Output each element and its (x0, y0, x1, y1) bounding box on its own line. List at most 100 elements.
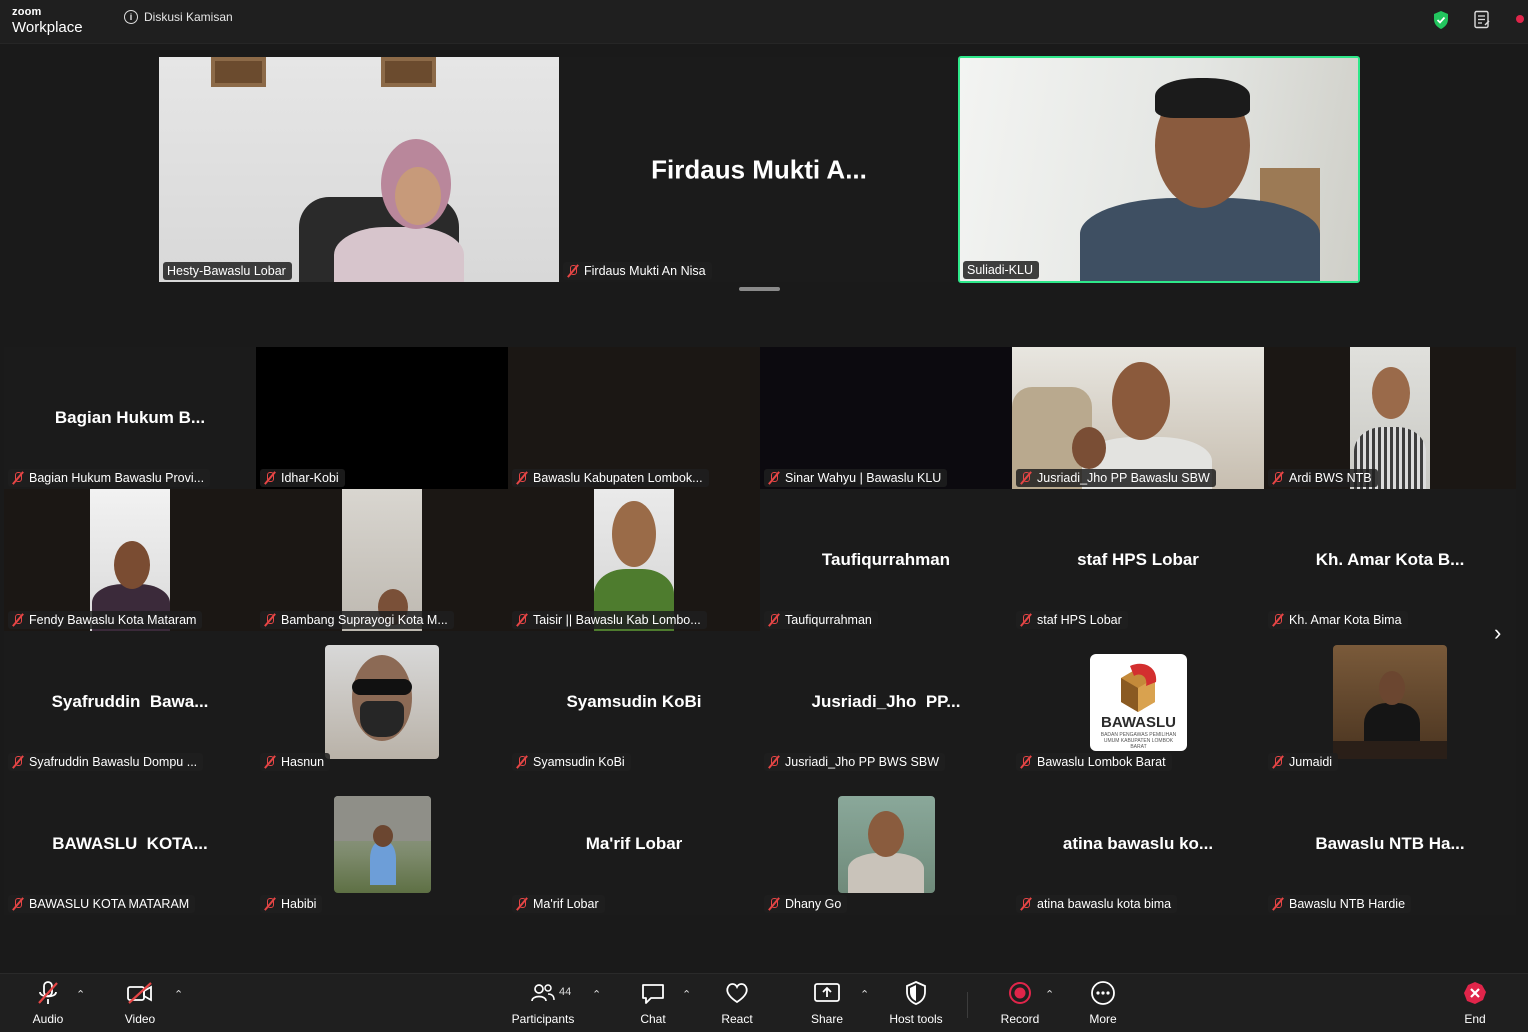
muted-mic-icon (516, 471, 528, 485)
video-tile[interactable]: Syafruddin Bawa... Syafruddin Bawaslu Do… (4, 631, 256, 773)
participant-name-label: Taisir || Bawaslu Kab Lombo... (512, 611, 707, 629)
brand-large: Workplace (12, 19, 83, 36)
video-tile-hesty[interactable]: Hesty-Bawaslu Lobar (159, 57, 559, 282)
participants-options-chevron-icon[interactable]: ⌃ (592, 988, 601, 1001)
next-page-chevron-icon[interactable]: › (1494, 620, 1501, 646)
video-tile[interactable]: Sinar Wahyu | Bawaslu KLU (760, 347, 1012, 489)
muted-mic-icon (768, 471, 780, 485)
muted-mic-icon (1020, 471, 1032, 485)
chat-options-chevron-icon[interactable]: ⌃ (682, 988, 691, 1001)
video-tile[interactable]: Bambang Suprayogi Kota M... (256, 489, 508, 631)
face (1072, 427, 1106, 469)
notes-icon[interactable] (1473, 10, 1491, 35)
muted-mic-icon (1020, 755, 1032, 769)
participant-display-name: Syamsudin KoBi (566, 692, 702, 711)
video-tile[interactable]: Syamsudin KoBi Syamsudin KoBi (508, 631, 760, 773)
share-options-chevron-icon[interactable]: ⌃ (860, 988, 869, 1001)
muted-mic-icon (516, 613, 528, 627)
person-body (370, 841, 396, 885)
participant-display-name: Bawaslu NTB Ha... (1315, 834, 1465, 853)
participant-name-label: Idhar-Kobi (260, 469, 345, 487)
participant-name-label: Jusriadi_Jho PP BWS SBW (764, 753, 945, 771)
toolbar-divider (967, 992, 968, 1018)
video-tile[interactable]: Taufiqurrahman Taufiqurrahman (760, 489, 1012, 631)
participant-name-label: Jusriadi_Jho PP Bawaslu SBW (1016, 469, 1216, 487)
muted-mic-icon (12, 897, 24, 911)
muted-mic-icon (1272, 755, 1284, 769)
more-button[interactable]: More (1084, 980, 1122, 1026)
participant-name-label: Ardi BWS NTB (1268, 469, 1378, 487)
info-icon[interactable]: i (124, 10, 138, 24)
hair (1155, 78, 1250, 118)
video-tile[interactable]: Ardi BWS NTB (1264, 347, 1516, 489)
video-tile-firdaus[interactable]: Firdaus Mukti A... Firdaus Mukti An Nisa (559, 57, 959, 282)
person-body (334, 227, 464, 282)
video-tile[interactable]: Hasnun (256, 631, 508, 773)
video-tile[interactable]: Bagian Hukum B... Bagian Hukum Bawaslu P… (4, 347, 256, 489)
video-tile[interactable]: Jumaidi (1264, 631, 1516, 773)
participant-name-label: BAWASLU KOTA MATARAM (8, 895, 196, 913)
gallery-scroll-indicator[interactable] (739, 287, 780, 291)
muted-mic-icon (1020, 613, 1032, 627)
video-tile[interactable]: Bawaslu NTB Ha... Bawaslu NTB Hardie (1264, 773, 1516, 915)
video-tile[interactable]: Idhar-Kobi (256, 347, 508, 489)
logo-wordmark: BAWASLU (1101, 714, 1176, 731)
audio-options-chevron-icon[interactable]: ⌃ (76, 988, 85, 1001)
participant-display-name: BAWASLU KOTA... (52, 834, 208, 853)
meeting-stage: Hesty-Bawaslu Lobar Firdaus Mukti A... F… (0, 44, 1528, 973)
share-button[interactable]: Share (806, 980, 848, 1026)
video-options-chevron-icon[interactable]: ⌃ (174, 988, 183, 1001)
participant-name-label: Hasnun (260, 753, 331, 771)
video-button[interactable]: Video (118, 980, 162, 1026)
video-tile[interactable]: Taisir || Bawaslu Kab Lombo... (508, 489, 760, 631)
security-shield-icon[interactable] (1433, 10, 1449, 35)
video-tile[interactable]: Dhany Go (760, 773, 1012, 915)
video-tile[interactable]: BAWASLU BADAN PENGAWAS PEMILIHAN UMUM KA… (1012, 631, 1264, 773)
video-tile[interactable]: Jusriadi_Jho PP Bawaslu SBW (1012, 347, 1264, 489)
video-tile[interactable]: staf HPS Lobar staf HPS Lobar (1012, 489, 1264, 631)
video-tile[interactable]: Fendy Bawaslu Kota Mataram (4, 489, 256, 631)
face (395, 167, 441, 225)
sunglasses (352, 679, 412, 695)
participant-name-label: Bagian Hukum Bawaslu Provi... (8, 469, 211, 487)
brand-small: zoom (12, 6, 42, 18)
record-button[interactable]: Record (998, 980, 1042, 1026)
record-icon (998, 980, 1042, 1006)
face (868, 811, 904, 857)
video-tile[interactable]: Habibi (256, 773, 508, 915)
participant-name-label: Kh. Amar Kota Bima (1268, 611, 1408, 629)
muted-mic-icon (516, 755, 528, 769)
muted-mic-icon (567, 264, 579, 278)
participant-display-name: Firdaus Mukti A... (651, 154, 867, 184)
muted-mic-icon (768, 897, 780, 911)
zoom-workplace-logo: zoom Workplace (12, 6, 83, 36)
meeting-info[interactable]: i Diskusi Kamisan (124, 10, 233, 24)
video-tile[interactable]: Bawaslu Kabupaten Lombok... (508, 347, 760, 489)
muted-mic-icon (1272, 897, 1284, 911)
video-tile[interactable]: BAWASLU KOTA... BAWASLU KOTA MATARAM (4, 773, 256, 915)
end-meeting-button[interactable]: End (1458, 980, 1492, 1026)
muted-mic-icon (1272, 613, 1284, 627)
wall-frame (381, 57, 436, 87)
react-button[interactable]: React (716, 980, 758, 1026)
participant-name-label: Firdaus Mukti An Nisa (563, 262, 712, 280)
face (1372, 367, 1410, 419)
record-options-chevron-icon[interactable]: ⌃ (1045, 988, 1054, 1001)
video-tile-suliadi-active-speaker[interactable]: Suliadi-KLU (958, 56, 1360, 283)
participant-name-label: Bawaslu Kabupaten Lombok... (512, 469, 709, 487)
muted-mic-icon (264, 471, 276, 485)
muted-mic-icon (12, 755, 24, 769)
video-tile[interactable]: Ma'rif Lobar Ma'rif Lobar (508, 773, 760, 915)
host-tools-button[interactable]: Host tools (886, 980, 946, 1026)
more-ellipsis-icon (1084, 980, 1122, 1006)
participant-display-name: Ma'rif Lobar (585, 834, 683, 853)
participant-display-name: Taufiqurrahman (821, 550, 951, 569)
video-tile[interactable]: Kh. Amar Kota B... Kh. Amar Kota Bima (1264, 489, 1516, 631)
video-tile[interactable]: Jusriadi_Jho PP... Jusriadi_Jho PP BWS S… (760, 631, 1012, 773)
video-tile[interactable]: atina bawaslu ko... atina bawaslu kota b… (1012, 773, 1264, 915)
title-bar: zoom Workplace i Diskusi Kamisan (0, 0, 1528, 44)
participant-name-label: Bawaslu Lombok Barat (1016, 753, 1172, 771)
chat-button[interactable]: Chat (634, 980, 672, 1026)
participant-display-name: Jusriadi_Jho PP... (811, 692, 961, 711)
audio-button[interactable]: Audio (28, 980, 68, 1026)
